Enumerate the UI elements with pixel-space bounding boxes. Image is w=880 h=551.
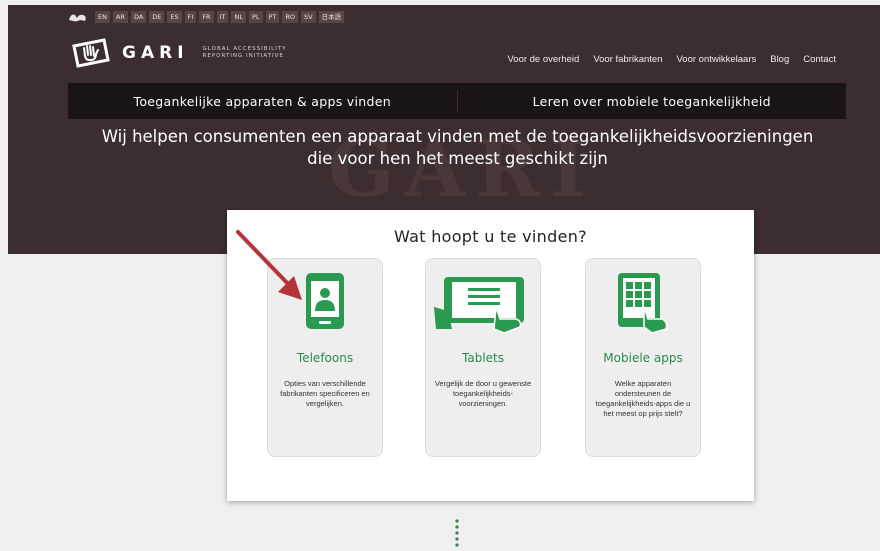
scroll-indicator-dots bbox=[455, 519, 459, 547]
lang-pt-button[interactable]: PT bbox=[265, 11, 280, 23]
lang-en-button[interactable]: EN bbox=[95, 11, 110, 23]
lang-ar-button[interactable]: AR bbox=[112, 11, 128, 23]
lang-nl-button[interactable]: NL bbox=[231, 11, 246, 23]
language-icon bbox=[69, 14, 86, 21]
card-desc-phones: Opties van verschillende fabrikanten spe… bbox=[280, 379, 370, 408]
hand-tablet-logo-icon bbox=[72, 38, 110, 68]
tablet-icon bbox=[434, 277, 524, 334]
nav-link-blog[interactable]: Blog bbox=[770, 54, 789, 65]
card-title-tablets: Tablets bbox=[462, 351, 504, 365]
card-mobile-apps[interactable]: Mobiele apps Welke apparaten ondersteune… bbox=[585, 258, 701, 457]
brand-name: GARI bbox=[122, 43, 189, 63]
nav-link-developers[interactable]: Voor ontwikkelaars bbox=[677, 54, 757, 65]
lang-ja-button[interactable]: 日本語 bbox=[318, 11, 345, 23]
lang-da-button[interactable]: DA bbox=[130, 11, 147, 23]
lang-ro-button[interactable]: RO bbox=[282, 11, 299, 23]
nav-link-government[interactable]: Voor de overheid bbox=[507, 54, 579, 65]
lang-pl-button[interactable]: PL bbox=[248, 11, 263, 23]
lang-es-button[interactable]: ES bbox=[167, 11, 182, 23]
card-desc-mobile-apps: Welke apparaten ondersteunen de toeganke… bbox=[595, 379, 691, 418]
top-navigation: Voor de overheid Voor fabrikanten Voor o… bbox=[493, 54, 836, 65]
hero-title-line2: die voor hen het meest geschikt zijn bbox=[307, 149, 608, 168]
lang-de-button[interactable]: DE bbox=[149, 11, 165, 23]
tab-learn-accessibility[interactable]: Leren over mobiele toegankelijkheid bbox=[458, 94, 847, 109]
hero-title-line1: Wij helpen consumenten een apparaat vind… bbox=[101, 127, 814, 146]
main-navigation: Toegankelijke apparaten & apps vinden Le… bbox=[68, 83, 846, 119]
lang-fi-button[interactable]: FI bbox=[184, 11, 197, 23]
card-desc-tablets: Vergelijk de door u gewenste toegankelij… bbox=[434, 379, 532, 408]
lang-sv-button[interactable]: SV bbox=[301, 11, 316, 23]
brand-subtitle: GLOBAL ACCESSIBILITY REPORTING INITIATIV… bbox=[203, 46, 313, 60]
language-bar: EN AR DA DE ES FI FR IT NL PL PT RO SV 日… bbox=[68, 10, 345, 24]
lang-it-button[interactable]: IT bbox=[216, 11, 229, 23]
lang-fr-button[interactable]: FR bbox=[199, 11, 214, 23]
nav-link-contact[interactable]: Contact bbox=[803, 54, 836, 65]
nav-link-manufacturers[interactable]: Voor fabrikanten bbox=[593, 54, 662, 65]
hero-title: Wij helpen consumenten een apparaat vind… bbox=[40, 126, 875, 170]
card-title-mobile-apps: Mobiele apps bbox=[603, 351, 683, 365]
red-arrow-annotation bbox=[236, 230, 302, 300]
card-title-phones: Telefoons bbox=[296, 351, 354, 365]
card-tablets[interactable]: Tablets Vergelijk de door u gewenste toe… bbox=[425, 258, 541, 457]
brand-subtitle-line1: GLOBAL ACCESSIBILITY bbox=[202, 46, 287, 52]
tab-find-devices-apps[interactable]: Toegankelijke apparaten & apps vinden bbox=[68, 94, 457, 109]
site-logo[interactable]: GARI GLOBAL ACCESSIBILITY REPORTING INIT… bbox=[68, 36, 313, 70]
apps-icon bbox=[618, 273, 668, 334]
brand-subtitle-line2: REPORTING INITIATIVE bbox=[202, 53, 284, 59]
